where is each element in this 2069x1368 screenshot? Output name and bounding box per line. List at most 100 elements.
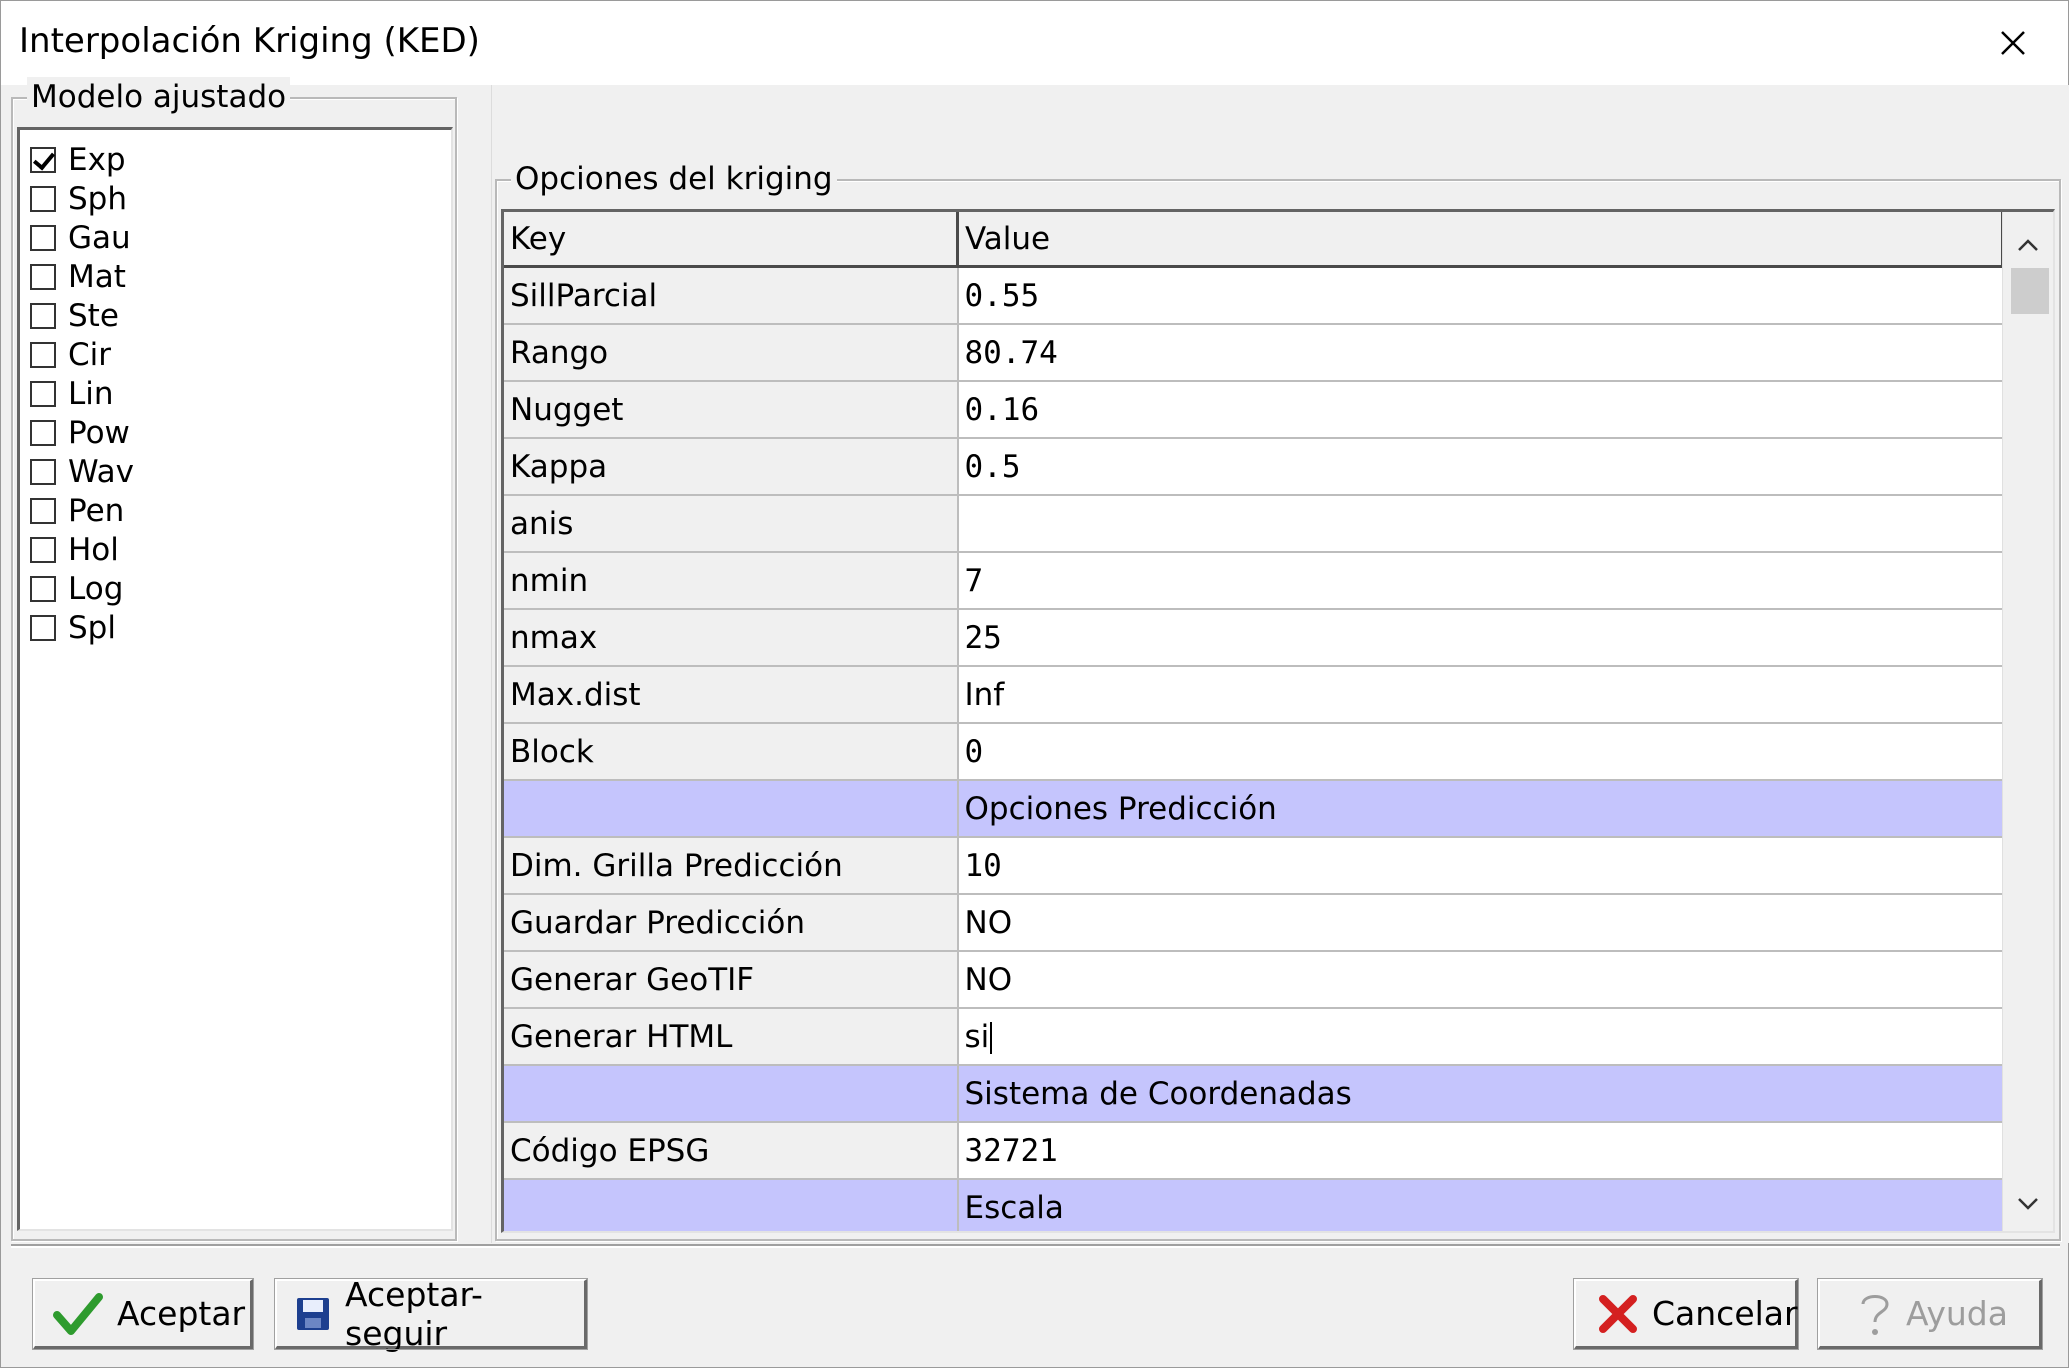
checkbox[interactable] bbox=[30, 536, 56, 563]
accept-continue-button[interactable]: Aceptar-seguir bbox=[274, 1275, 588, 1353]
value-text: Sistema de Coordenadas bbox=[964, 1075, 1352, 1112]
model-label: Hol bbox=[68, 531, 119, 568]
model-checkbox-item[interactable]: Gau bbox=[30, 218, 131, 257]
model-label: Spl bbox=[68, 609, 116, 646]
value-cell[interactable]: 7 bbox=[957, 552, 2004, 610]
value-cell[interactable]: NO bbox=[957, 951, 2004, 1009]
key-cell: anis bbox=[504, 495, 959, 553]
section-row[interactable]: Escala bbox=[504, 1179, 2004, 1231]
checkbox[interactable] bbox=[30, 458, 56, 485]
table-row[interactable]: nmin 7 bbox=[504, 552, 2004, 610]
checkbox[interactable] bbox=[30, 614, 56, 641]
key-cell: SillParcial bbox=[504, 266, 959, 325]
value-cell[interactable]: 25 bbox=[957, 609, 2004, 667]
section-row[interactable]: Opciones Predicción bbox=[504, 780, 2004, 838]
value-cell[interactable] bbox=[957, 495, 2004, 553]
value-cell[interactable]: 32721 bbox=[957, 1122, 2004, 1180]
key-cell bbox=[504, 780, 959, 838]
model-checkbox-item[interactable]: Spl bbox=[30, 608, 116, 647]
model-checkbox-item[interactable]: Lin bbox=[30, 374, 114, 413]
model-checkbox-item[interactable]: Ste bbox=[30, 296, 119, 335]
accept-button[interactable]: Aceptar bbox=[32, 1278, 254, 1350]
model-label: Log bbox=[68, 570, 124, 607]
model-checkbox-item[interactable]: Pen bbox=[30, 491, 124, 530]
table-row[interactable]: Nugget 0.16 bbox=[504, 381, 2004, 439]
value-cell[interactable]: 0.5 bbox=[957, 438, 2004, 496]
value-cell[interactable]: Inf bbox=[957, 666, 2004, 724]
vertical-scrollbar[interactable] bbox=[2002, 212, 2053, 1231]
checkbox[interactable] bbox=[30, 497, 56, 524]
key-cell: Nugget bbox=[504, 381, 959, 439]
value-text: 7 bbox=[964, 562, 984, 599]
table-row[interactable]: Kappa 0.5 bbox=[504, 438, 2004, 496]
table-row[interactable]: Guardar Predicción NO bbox=[504, 894, 2004, 952]
model-checkbox-item[interactable]: Hol bbox=[30, 530, 119, 569]
model-label: Ste bbox=[68, 297, 119, 334]
model-label: Exp bbox=[68, 141, 126, 178]
value-text: 0.55 bbox=[964, 277, 1040, 314]
table-row[interactable]: Rango 80.74 bbox=[504, 324, 2004, 382]
model-checkbox-item[interactable]: Mat bbox=[30, 257, 126, 296]
model-label: Lin bbox=[68, 375, 114, 412]
model-checkbox-item[interactable]: Wav bbox=[30, 452, 134, 491]
table-row[interactable]: anis bbox=[504, 495, 2004, 553]
chevron-down-icon bbox=[2018, 1198, 2038, 1210]
section-row[interactable]: Sistema de Coordenadas bbox=[504, 1065, 2004, 1123]
checkbox[interactable] bbox=[30, 575, 56, 602]
checkbox[interactable] bbox=[30, 380, 56, 407]
model-checkbox-item[interactable]: Pow bbox=[30, 413, 130, 452]
model-label: Gau bbox=[68, 219, 131, 256]
model-checklist[interactable]: Exp Sph Gau Mat Ste Cir Lin Pow Wav Pen Hol Log Spl bbox=[17, 127, 453, 1231]
checkbox[interactable] bbox=[30, 185, 56, 212]
checkbox[interactable] bbox=[30, 302, 56, 329]
save-disk-icon bbox=[295, 1296, 331, 1332]
accept-continue-label: Aceptar-seguir bbox=[345, 1274, 483, 1353]
model-checkbox-item[interactable]: Sph bbox=[30, 179, 127, 218]
model-checkbox-item[interactable]: Exp bbox=[30, 140, 126, 179]
cancel-button[interactable]: Cancelar bbox=[1573, 1278, 1799, 1350]
scrollbar-thumb[interactable] bbox=[2011, 268, 2049, 314]
model-checkbox-item[interactable]: Log bbox=[30, 569, 123, 608]
checkbox[interactable] bbox=[30, 419, 56, 446]
accept-label: Aceptar bbox=[117, 1294, 246, 1333]
table-row[interactable]: Dim. Grilla Predicción 10 bbox=[504, 837, 2004, 895]
key-cell: Block bbox=[504, 723, 959, 781]
table-row[interactable]: nmax 25 bbox=[504, 609, 2004, 667]
checkbox[interactable] bbox=[30, 224, 56, 251]
value-cell[interactable]: NO bbox=[957, 894, 2004, 952]
checkbox[interactable] bbox=[30, 341, 56, 368]
close-button[interactable] bbox=[1958, 1, 2068, 85]
value-text: 0.16 bbox=[964, 391, 1040, 428]
model-label: Pen bbox=[68, 492, 125, 529]
value-cell[interactable]: 0.16 bbox=[957, 381, 2004, 439]
value-text: 10 bbox=[964, 847, 1002, 884]
help-button[interactable]: Ayuda bbox=[1817, 1278, 2043, 1350]
table-row[interactable]: Generar HTML si bbox=[504, 1008, 2004, 1066]
table-row[interactable]: Código EPSG 32721 bbox=[504, 1122, 2004, 1180]
value-cell[interactable]: si bbox=[957, 1008, 2004, 1066]
help-label: Ayuda bbox=[1906, 1294, 2008, 1333]
value-cell[interactable]: 0 bbox=[957, 723, 2004, 781]
value-text: 0 bbox=[964, 733, 984, 770]
key-cell bbox=[504, 1179, 959, 1231]
checkbox[interactable] bbox=[30, 263, 56, 290]
value-cell[interactable]: 10 bbox=[957, 837, 2004, 895]
table-row[interactable]: Block 0 bbox=[504, 723, 2004, 781]
value-text: 0.5 bbox=[964, 448, 1021, 485]
column-header-key[interactable]: Key bbox=[504, 212, 959, 268]
table-row[interactable]: SillParcial 0.55 bbox=[504, 266, 2004, 325]
model-checkbox-item[interactable]: Cir bbox=[30, 335, 111, 374]
scroll-down-button[interactable] bbox=[2003, 1179, 2053, 1229]
checked-checkbox[interactable] bbox=[30, 146, 56, 173]
value-text: Opciones Predicción bbox=[964, 790, 1277, 827]
value-text: NO bbox=[964, 904, 1013, 941]
scroll-up-button[interactable] bbox=[2003, 220, 2053, 270]
value-cell[interactable]: 0.55 bbox=[957, 266, 2004, 325]
value-cell[interactable]: 80.74 bbox=[957, 324, 2004, 382]
options-grid: Key Value SillParcial 0.55 Rango 80.74 Nugge… bbox=[501, 209, 2055, 1233]
table-row[interactable]: Max.dist Inf bbox=[504, 666, 2004, 724]
cancel-label: Cancelar bbox=[1652, 1294, 1798, 1333]
table-row[interactable]: Generar GeoTIF NO bbox=[504, 951, 2004, 1009]
model-label: Cir bbox=[68, 336, 112, 373]
column-header-value[interactable]: Value bbox=[957, 212, 2004, 268]
